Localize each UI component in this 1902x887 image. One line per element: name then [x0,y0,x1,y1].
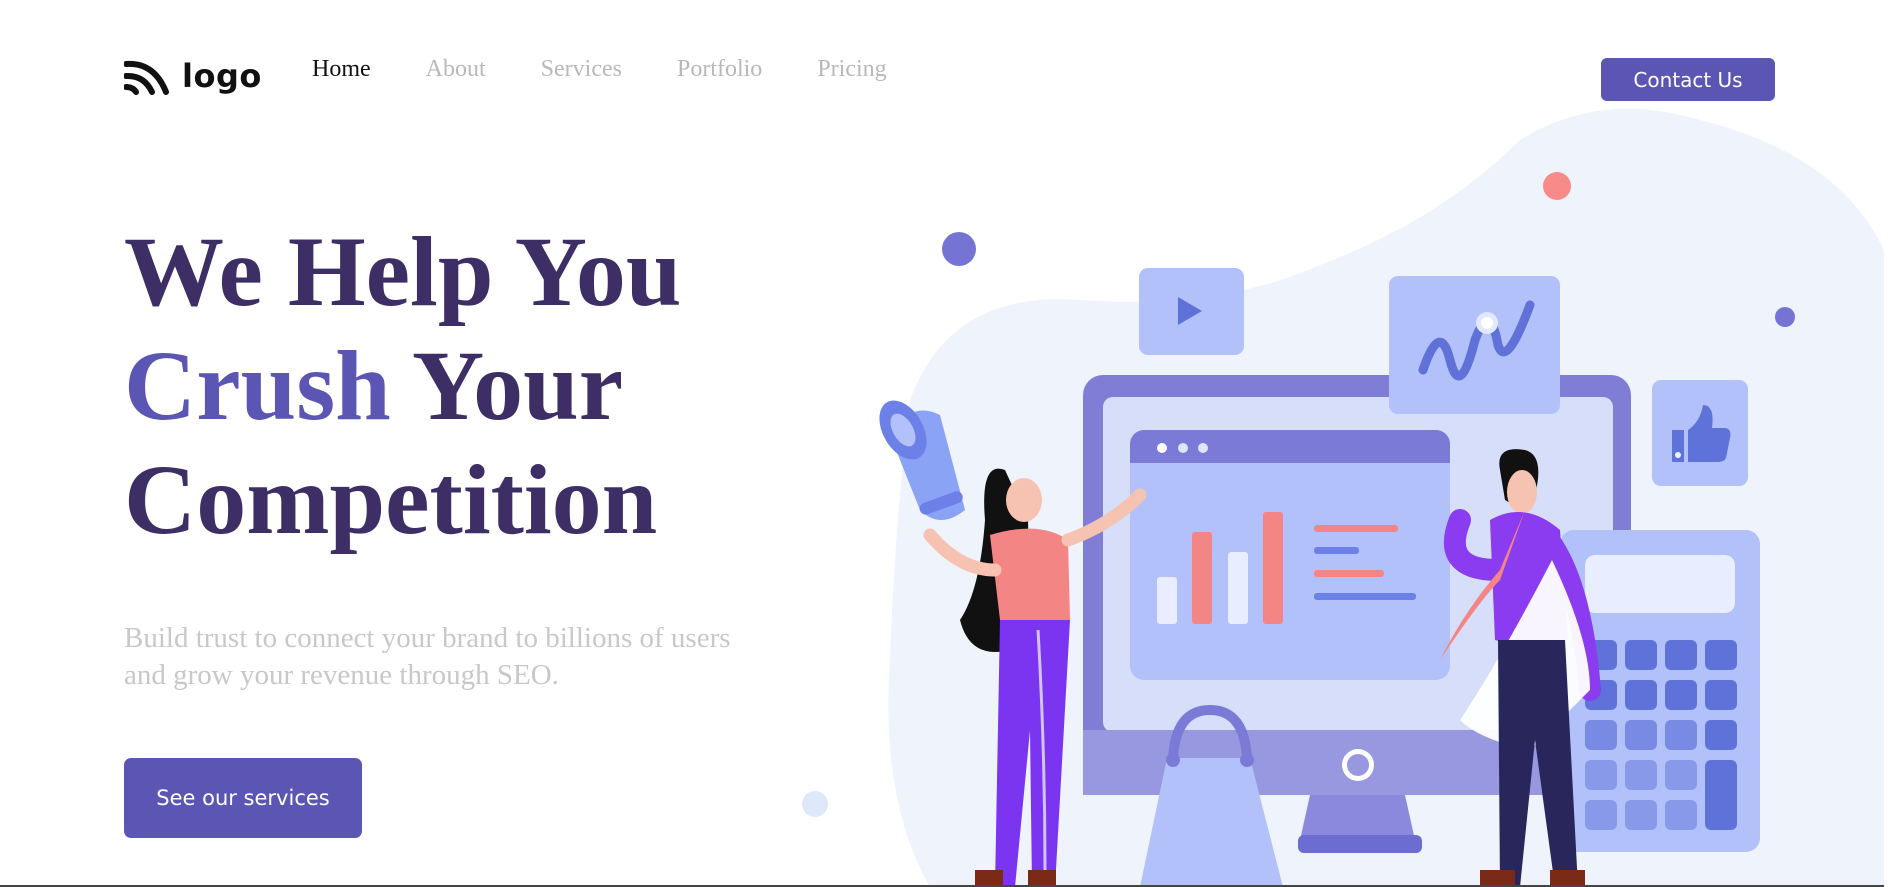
hero-title: We Help You Crush Your Competition [124,215,844,557]
landing-page: logo Home About Services Portfolio Prici… [0,0,1902,887]
nav-link-services[interactable]: Services [541,56,622,83]
dot-purple [942,232,976,266]
nav-link-about[interactable]: About [426,56,486,83]
hero-subtitle-line-1: Build trust to connect your brand to bil… [124,622,731,654]
bar-1 [1157,577,1177,624]
bar-2 [1192,532,1212,624]
hero-title-line-2: Crush Your [124,329,844,443]
see-services-button[interactable]: See our services [124,758,362,838]
dot-small-purple [1775,307,1795,327]
logo[interactable]: logo [124,56,262,96]
nav-link-portfolio[interactable]: Portfolio [677,56,762,83]
dot-light [802,791,828,817]
nav-links: Home About Services Portfolio Pricing [312,56,942,83]
hero-subtitle: Build trust to connect your brand to bil… [124,620,824,694]
dot-red [1543,172,1571,200]
hero-title-line-3: Competition [124,444,658,555]
hero-illustration [802,108,1895,887]
hero-subtitle-line-2: and grow your revenue through SEO. [124,659,559,691]
nav-link-pricing[interactable]: Pricing [817,56,886,83]
logo-wave-icon [124,60,169,95]
logo-text: logo [182,57,262,95]
scrollbar-track[interactable] [1884,0,1902,887]
nav-link-home[interactable]: Home [312,56,371,83]
hero-title-line-1: We Help You [124,216,682,327]
bar-4 [1263,512,1283,624]
browser-window [1130,430,1450,680]
bar-3 [1228,552,1248,624]
hero-title-accent: Crush [124,330,391,441]
contact-us-button[interactable]: Contact Us [1601,58,1775,101]
monitor-stand [1300,795,1415,840]
hero-title-line-2-rest: Your [390,330,624,441]
